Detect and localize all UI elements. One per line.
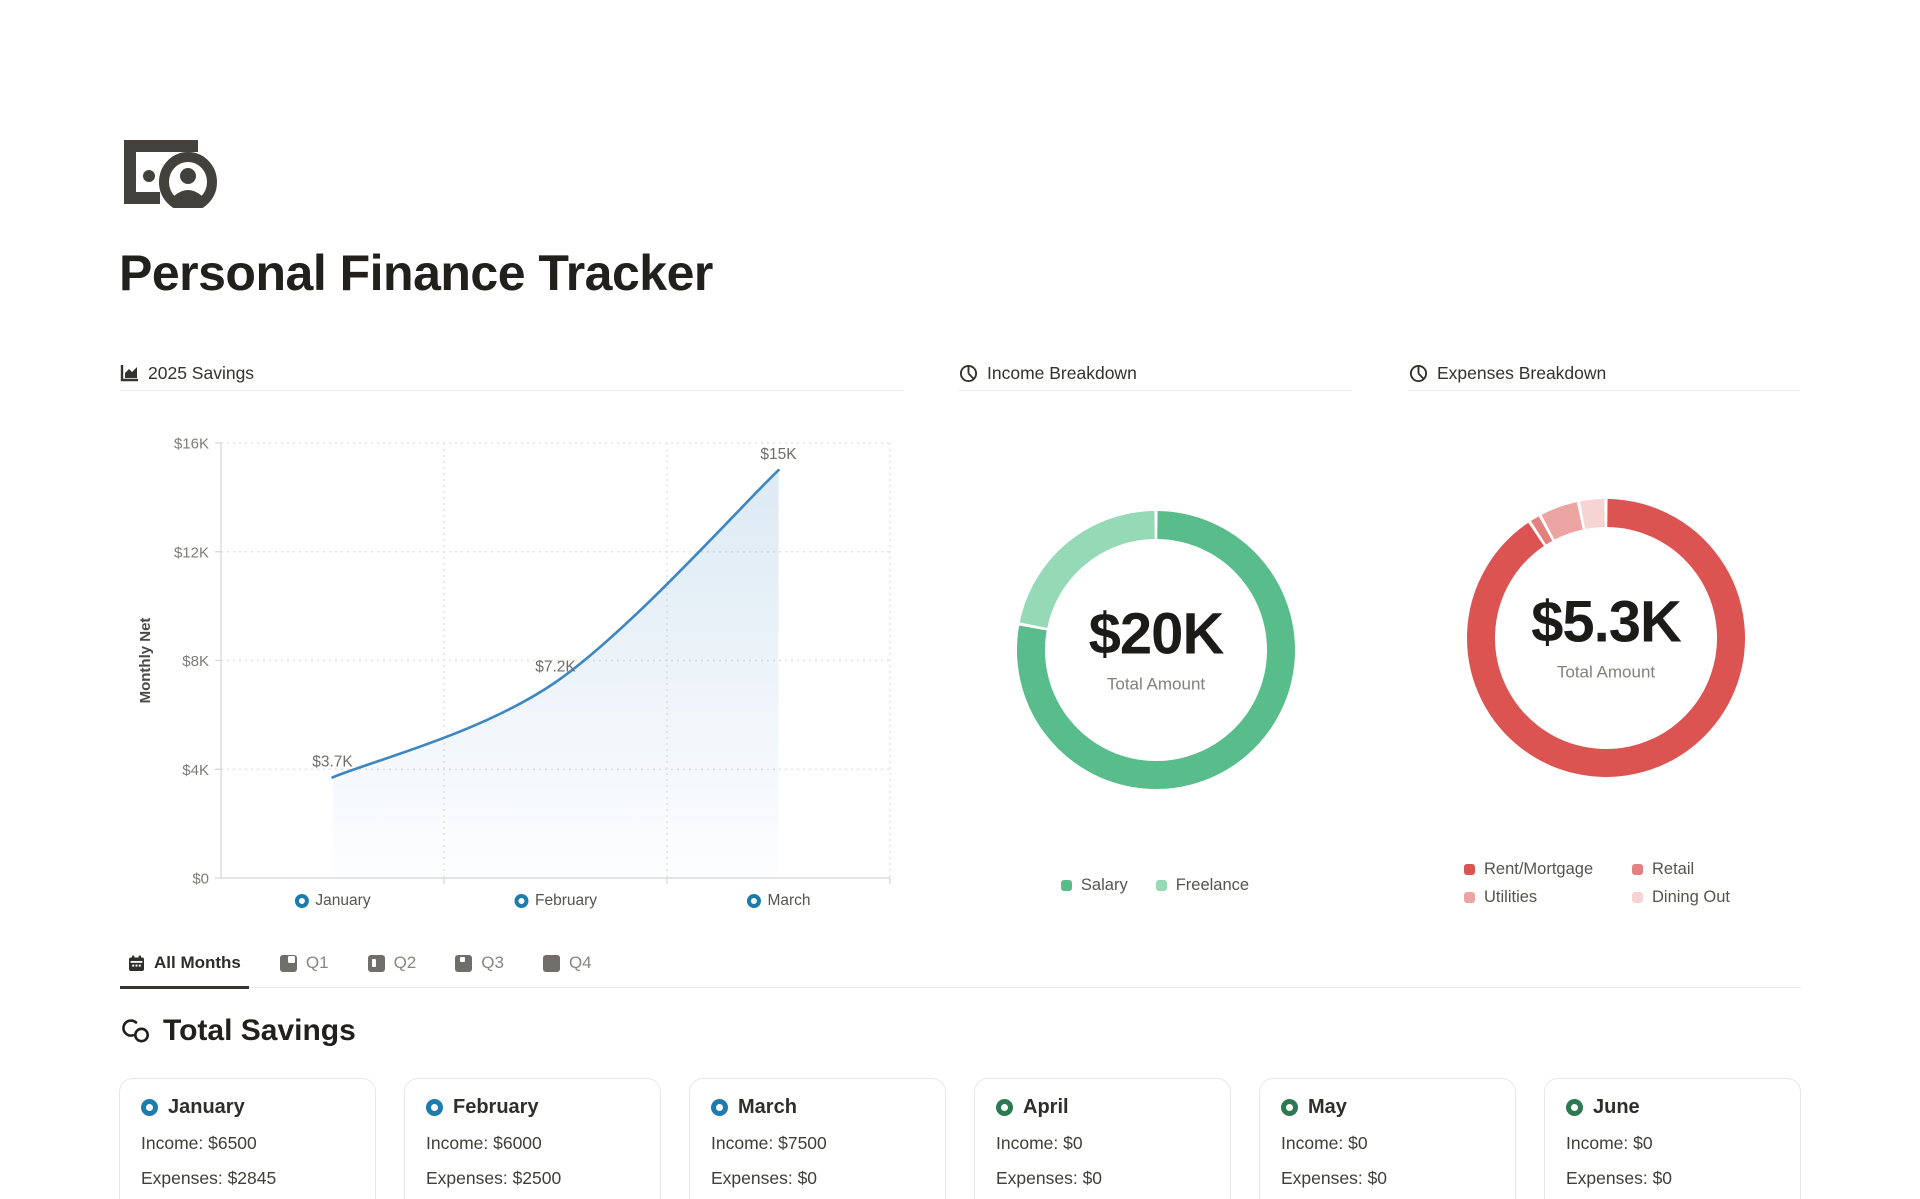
month-card[interactable]: June Income: $0 Expenses: $0 Net: $0 xyxy=(1544,1078,1801,1199)
income-line: Income: $0 xyxy=(1566,1133,1779,1154)
month-marker-icon xyxy=(711,1099,728,1116)
tab-all-months[interactable]: All Months xyxy=(120,953,249,989)
month-marker-icon xyxy=(141,1099,158,1116)
point-label: $15K xyxy=(760,446,797,463)
income-total-label: Total Amount xyxy=(1036,675,1276,695)
pie-chart-icon xyxy=(959,364,978,383)
legend-swatch xyxy=(1464,892,1475,903)
legend-item-freelance[interactable]: Freelance xyxy=(1156,876,1249,895)
savings-panel-title: 2025 Savings xyxy=(148,363,254,384)
income-panel-title: Income Breakdown xyxy=(987,363,1137,384)
quarter-tabs: All Months Q1 Q2 Q3 Q4 xyxy=(120,953,1801,988)
savings-panel-header: 2025 Savings xyxy=(120,356,903,391)
legend-swatch xyxy=(1632,864,1643,875)
expenses-panel-title: Expenses Breakdown xyxy=(1437,363,1606,384)
income-legend: Salary Freelance xyxy=(959,876,1351,895)
donut-segment-utilities xyxy=(1548,516,1580,527)
month-marker-icon xyxy=(1281,1099,1298,1116)
x-axis-label-march[interactable]: March xyxy=(746,892,810,910)
quarter-1-icon xyxy=(280,955,297,972)
legend-item-dining-out[interactable]: Dining Out xyxy=(1632,888,1730,907)
calendar-icon xyxy=(128,955,145,972)
tab-q2[interactable]: Q2 xyxy=(360,953,425,989)
month-name: May xyxy=(1308,1096,1347,1119)
month-card[interactable]: May Income: $0 Expenses: $0 Net: $0 xyxy=(1259,1078,1516,1199)
legend-swatch xyxy=(1156,880,1167,891)
expenses-donut-center: $5.3K Total Amount xyxy=(1486,594,1726,683)
expenses-panel-header: Expenses Breakdown xyxy=(1409,356,1800,391)
income-panel: Income Breakdown $20K Total Amount Salar… xyxy=(959,356,1351,920)
month-card[interactable]: January Income: $6500 Expenses: $2845 Ne… xyxy=(119,1078,376,1199)
month-name: April xyxy=(1023,1096,1069,1119)
expenses-line: Expenses: $0 xyxy=(996,1168,1209,1189)
legend-item-rent-mortgage[interactable]: Rent/Mortgage xyxy=(1464,860,1632,879)
point-label: $7.2K xyxy=(535,658,576,675)
legend-swatch xyxy=(1632,892,1643,903)
legend-swatch xyxy=(1464,864,1475,875)
month-card[interactable]: March Income: $7500 Expenses: $0 Net: $7… xyxy=(689,1078,946,1199)
svg-text:$8K: $8K xyxy=(182,653,209,670)
savings-panel: 2025 Savings $0$4K$8K$12K$16K$3.7K$7.2K$… xyxy=(120,356,903,920)
month-marker-icon xyxy=(426,1099,443,1116)
month-name: June xyxy=(1593,1096,1640,1119)
month-marker-icon xyxy=(514,894,528,908)
quarter-3-icon xyxy=(455,955,472,972)
income-panel-header: Income Breakdown xyxy=(959,356,1351,391)
expenses-line: Expenses: $2845 xyxy=(141,1168,354,1189)
income-line: Income: $6000 xyxy=(426,1133,639,1154)
legend-item-utilities[interactable]: Utilities xyxy=(1464,888,1632,907)
money-icon xyxy=(122,138,222,208)
total-savings-heading: Total Savings xyxy=(122,1014,356,1048)
svg-text:$4K: $4K xyxy=(182,762,209,779)
expenses-panel: Expenses Breakdown $5.3K Total Amount Re… xyxy=(1409,356,1800,920)
month-name: February xyxy=(453,1096,539,1119)
income-line: Income: $6500 xyxy=(141,1133,354,1154)
tab-q3[interactable]: Q3 xyxy=(447,953,512,989)
month-marker-icon xyxy=(996,1099,1013,1116)
income-donut-center: $20K Total Amount xyxy=(1036,606,1276,695)
income-total: $20K xyxy=(1036,606,1276,664)
y-axis-title: Monthly Net xyxy=(137,618,154,704)
savings-line-chart: $0 $4K $8K $12K $16K $3.7K $7.2K $15K Monthly Ne… xyxy=(120,396,903,886)
income-line: Income: $0 xyxy=(1281,1133,1494,1154)
area-chart-icon xyxy=(120,364,139,383)
tab-q1[interactable]: Q1 xyxy=(272,953,337,989)
quarter-4-icon xyxy=(543,955,560,972)
tab-q4[interactable]: Q4 xyxy=(535,953,600,989)
legend-item-salary[interactable]: Salary xyxy=(1061,876,1128,895)
month-marker-icon xyxy=(294,894,308,908)
x-axis-label-february[interactable]: February xyxy=(514,892,597,910)
income-line: Income: $7500 xyxy=(711,1133,924,1154)
expenses-line: Expenses: $0 xyxy=(711,1168,924,1189)
svg-text:$16K: $16K xyxy=(174,436,209,453)
month-card[interactable]: February Income: $6000 Expenses: $2500 N… xyxy=(404,1078,661,1199)
expenses-total-label: Total Amount xyxy=(1486,663,1726,683)
expenses-line: Expenses: $0 xyxy=(1566,1168,1779,1189)
donut-segment-dining-out xyxy=(1583,513,1605,515)
month-card[interactable]: April Income: $0 Expenses: $0 Net: $0 xyxy=(974,1078,1231,1199)
expenses-legend: Rent/MortgageRetailUtilitiesDining Out xyxy=(1464,860,1730,907)
finance-tracker-page: Personal Finance Tracker 2025 Savings $0… xyxy=(0,0,1920,1199)
point-label: $3.7K xyxy=(312,753,353,770)
quarter-2-icon xyxy=(368,955,385,972)
income-line: Income: $0 xyxy=(996,1133,1209,1154)
month-marker-icon xyxy=(1566,1099,1583,1116)
pie-chart-icon xyxy=(1409,364,1428,383)
expenses-line: Expenses: $2500 xyxy=(426,1168,639,1189)
svg-text:$0: $0 xyxy=(192,871,209,887)
month-marker-icon xyxy=(746,894,760,908)
page-title: Personal Finance Tracker xyxy=(119,244,713,302)
coins-icon xyxy=(122,1017,152,1045)
svg-text:$12K: $12K xyxy=(174,544,209,561)
x-axis-label-january[interactable]: January xyxy=(294,892,370,910)
month-name: January xyxy=(168,1096,245,1119)
legend-swatch xyxy=(1061,880,1072,891)
legend-item-retail[interactable]: Retail xyxy=(1632,860,1730,879)
expenses-total: $5.3K xyxy=(1486,594,1726,652)
donut-segment-retail xyxy=(1538,529,1545,533)
expenses-line: Expenses: $0 xyxy=(1281,1168,1494,1189)
month-name: March xyxy=(738,1096,797,1119)
month-cards-row: January Income: $6500 Expenses: $2845 Ne… xyxy=(119,1078,1802,1199)
